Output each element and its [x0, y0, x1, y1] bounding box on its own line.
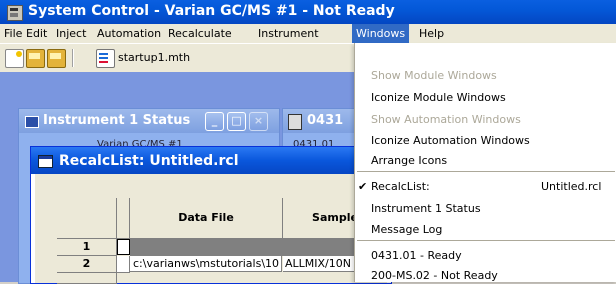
menu-separator: [357, 171, 615, 172]
row-number[interactable]: 1: [57, 239, 117, 256]
menu-item-show-automation-windows: Show Automation Windows: [371, 113, 521, 126]
data-file-cell[interactable]: c:\varianws\mstutorials\10: [130, 256, 282, 272]
menu-item-arrange-icons[interactable]: Arrange Icons: [371, 154, 447, 167]
menu-item-iconize-automation-windows[interactable]: Iconize Automation Windows: [371, 134, 530, 147]
app-title: System Control - Varian GC/MS #1 - Not R…: [28, 3, 395, 19]
close-button[interactable]: ×: [249, 112, 268, 131]
menu-bar: File Edit Inject Automation Recalculate …: [0, 24, 616, 43]
select-header: [117, 198, 130, 239]
app-icon: [7, 5, 23, 21]
recalc-grid: Data File Sample 1 2 c:\varianws\mstutor…: [35, 174, 388, 284]
menu-instrument[interactable]: Instrument: [258, 27, 319, 40]
menu-edit[interactable]: Edit: [26, 27, 47, 40]
menu-item-module-200ms[interactable]: 200-MS.02 - Not Ready: [371, 269, 498, 282]
menu-windows[interactable]: Windows: [352, 24, 410, 43]
recalc-window-title-bar[interactable]: RecalcList: Untitled.rcl: [31, 147, 391, 174]
method-file-icon[interactable]: [96, 49, 115, 68]
menu-inject[interactable]: Inject: [56, 27, 86, 40]
new-file-icon[interactable]: [5, 49, 24, 68]
recalc-window-title: RecalcList: Untitled.rcl: [59, 153, 239, 169]
menu-item-recalclist-file[interactable]: Untitled.rcl: [541, 180, 601, 193]
menu-item-instrument-status[interactable]: Instrument 1 Status: [371, 202, 481, 215]
window-icon: [25, 116, 39, 128]
method-file-name[interactable]: startup1.mth: [118, 51, 190, 64]
menu-file[interactable]: File: [4, 27, 22, 40]
minimize-button[interactable]: _: [205, 112, 224, 131]
module-window-title: 0431: [307, 113, 344, 128]
recalc-list-window[interactable]: RecalcList: Untitled.rcl Data File Sampl…: [30, 146, 392, 284]
instrument-window-title: Instrument 1 Status: [43, 113, 191, 128]
checkmark-icon: ✔: [358, 180, 368, 193]
module-window-title-bar[interactable]: 0431: [283, 109, 363, 133]
menu-item-recalclist[interactable]: RecalcList:: [371, 180, 430, 193]
column-header-data-file[interactable]: Data File: [130, 198, 283, 239]
menu-help[interactable]: Help: [419, 27, 444, 40]
window-icon: [38, 155, 53, 168]
row-number: [57, 273, 117, 284]
maximize-button[interactable]: □: [227, 112, 246, 131]
toolbar-separator: [72, 49, 74, 67]
menu-item-iconize-module-windows[interactable]: Iconize Module Windows: [371, 91, 506, 104]
document-icon: [288, 114, 302, 130]
row-number[interactable]: 2: [57, 256, 117, 273]
row-select-cell[interactable]: [117, 256, 130, 273]
menu-recalculate[interactable]: Recalculate: [168, 27, 232, 40]
menu-item-message-log[interactable]: Message Log: [371, 223, 442, 236]
open-folder-icon[interactable]: [26, 49, 45, 68]
menu-automation[interactable]: Automation: [97, 27, 161, 40]
open-method-icon[interactable]: [47, 49, 66, 68]
instrument-window-title-bar[interactable]: Instrument 1 Status _ □ ×: [19, 109, 279, 133]
row-select-cell[interactable]: [117, 239, 130, 255]
menu-item-module-0431[interactable]: 0431.01 - Ready: [371, 249, 462, 262]
table-row[interactable]: [130, 239, 388, 256]
windows-menu-dropdown: Show Module Windows Iconize Module Windo…: [354, 43, 616, 282]
menu-separator: [357, 240, 615, 241]
app-title-bar: System Control - Varian GC/MS #1 - Not R…: [0, 0, 616, 24]
menu-item-show-module-windows: Show Module Windows: [371, 69, 497, 82]
row-number-header: [57, 198, 117, 239]
